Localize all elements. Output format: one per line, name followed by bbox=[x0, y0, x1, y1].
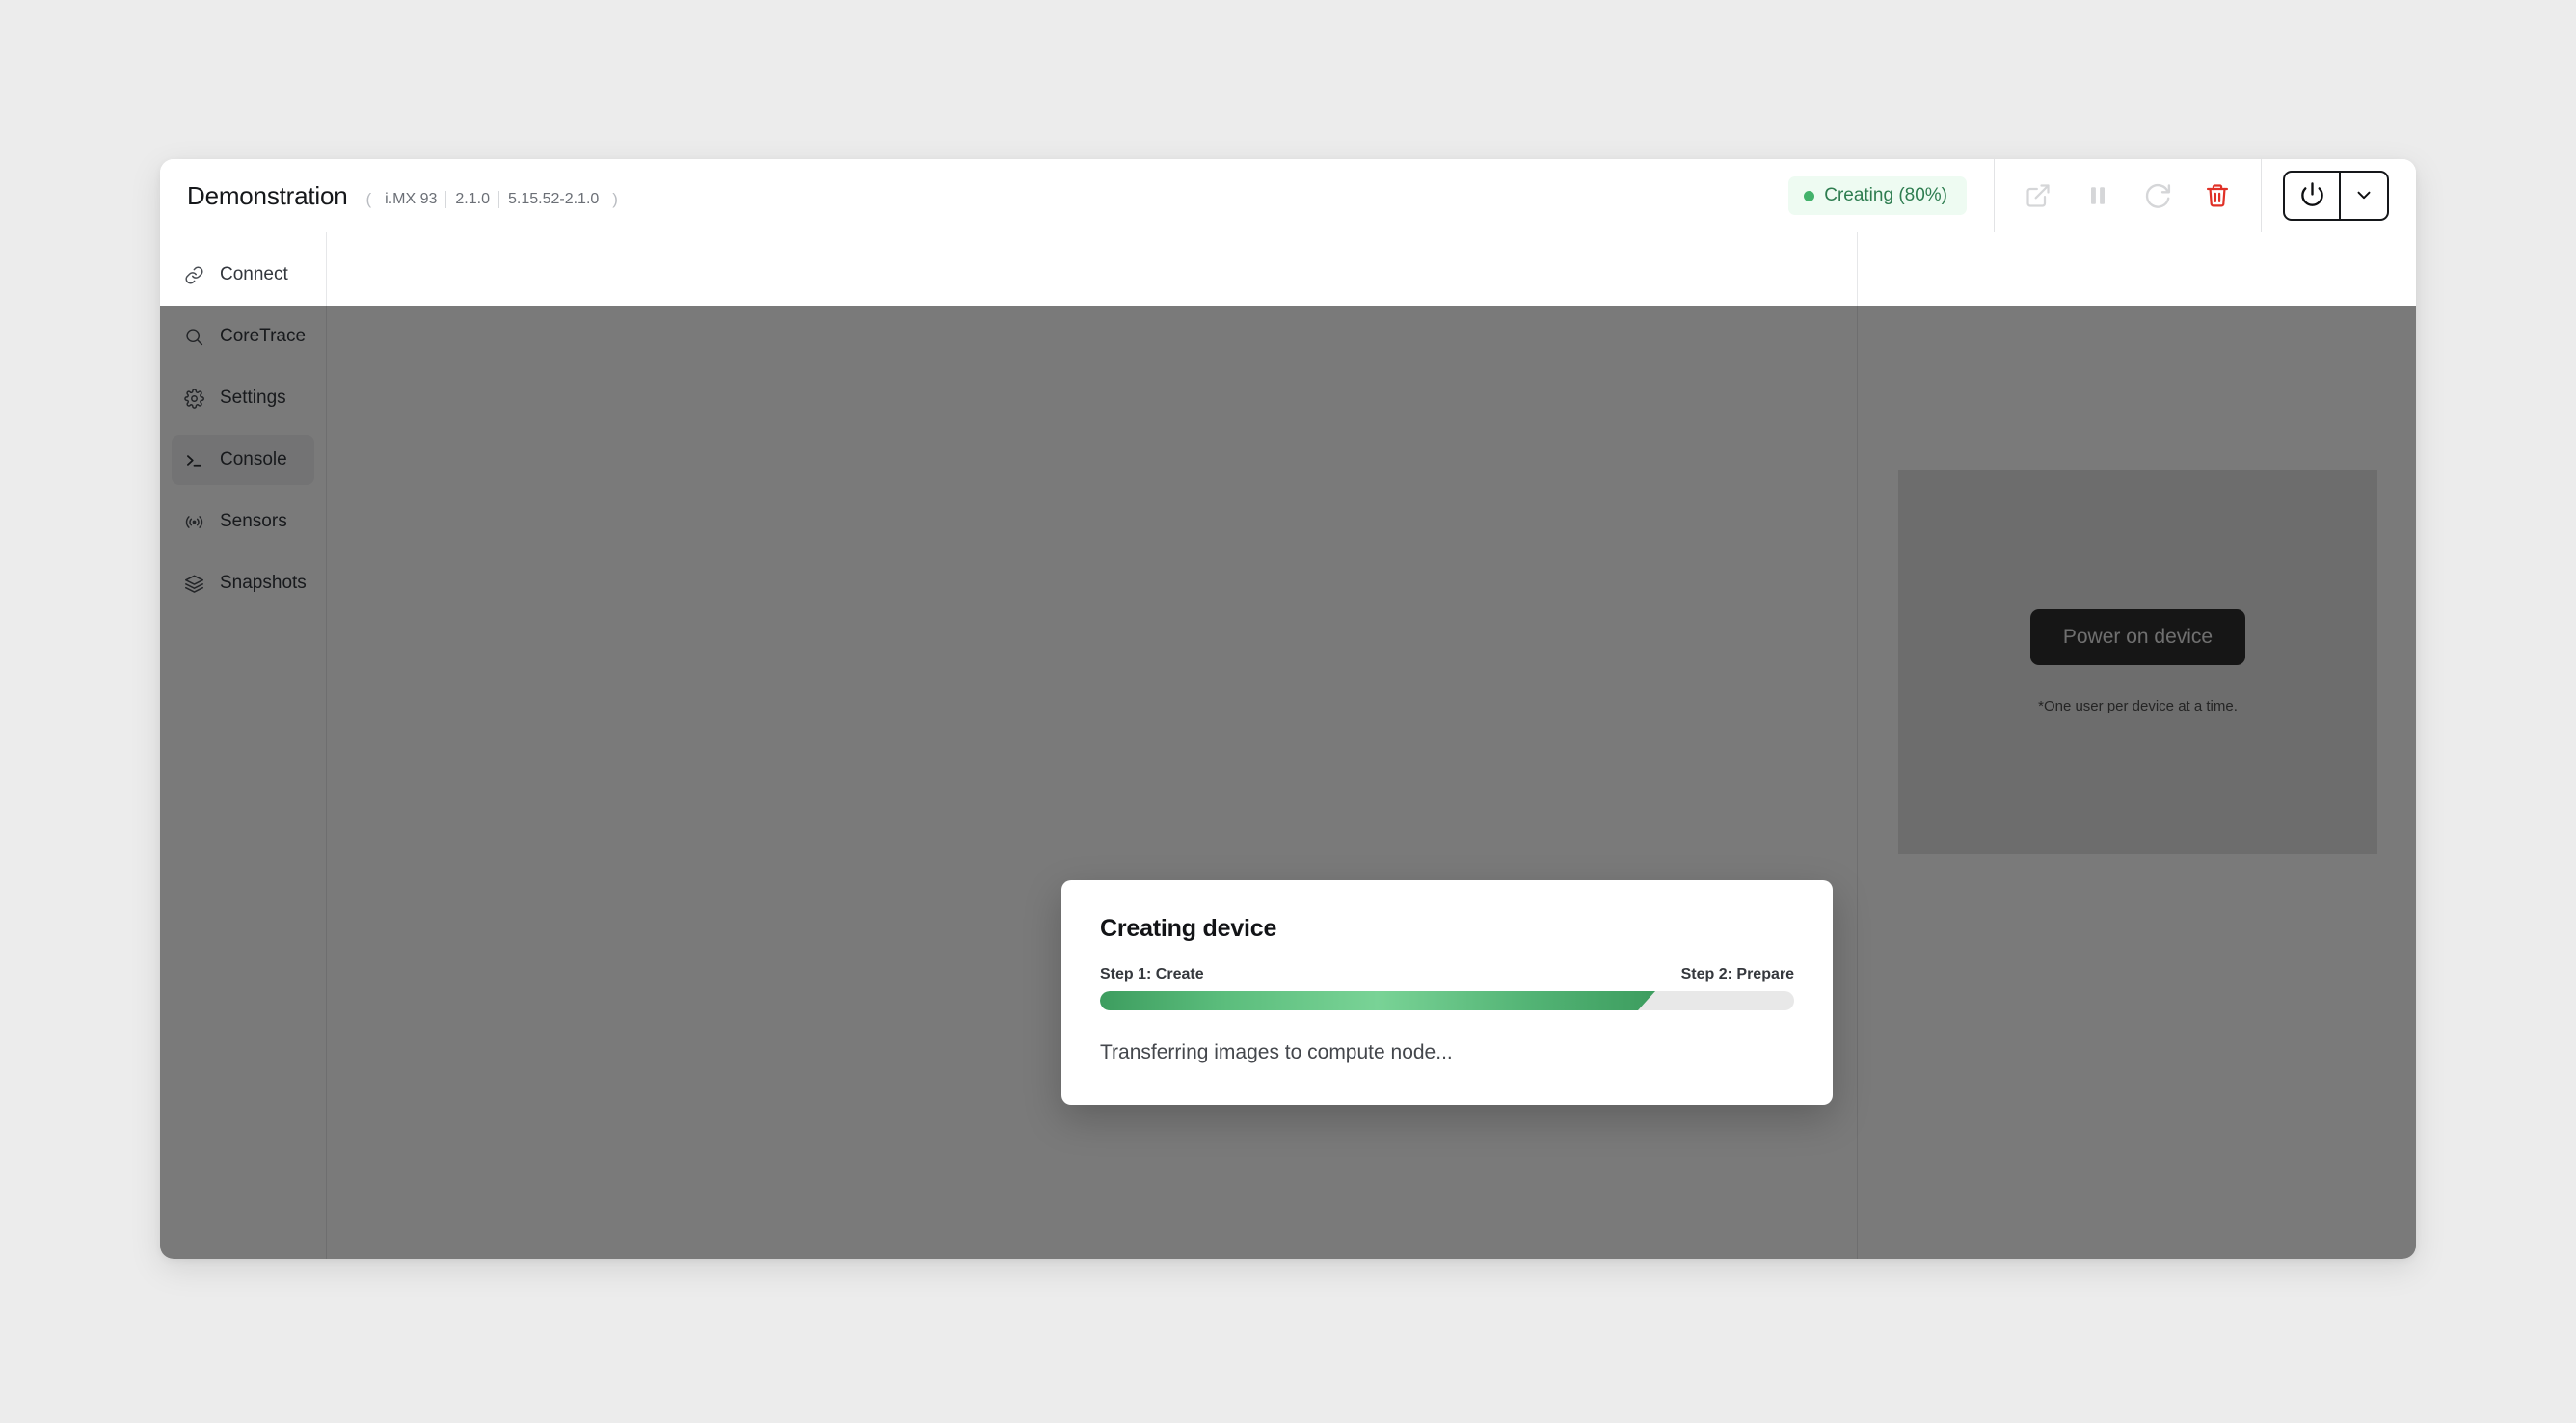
power-icon bbox=[2299, 181, 2325, 210]
meta-paren-open: ( bbox=[365, 189, 372, 208]
status-badge-label: Creating (80%) bbox=[1824, 185, 1947, 205]
meta-version: 2.1.0 bbox=[455, 190, 490, 207]
status-badge: Creating (80%) bbox=[1788, 176, 1967, 215]
power-dropdown-button[interactable] bbox=[2341, 173, 2387, 219]
power-split-button bbox=[2283, 171, 2389, 221]
status-dot-icon bbox=[1804, 190, 1815, 201]
progress-step-labels: Step 1: Create Step 2: Prepare bbox=[1100, 966, 1794, 983]
creating-device-dialog: Creating device Step 1: Create Step 2: P… bbox=[1061, 880, 1833, 1105]
step-label-right: Step 2: Prepare bbox=[1680, 966, 1794, 982]
meta-board: i.MX 93 bbox=[385, 190, 438, 207]
progress-bar-fill bbox=[1100, 991, 1655, 1010]
progress-status-text: Transferring images to compute node... bbox=[1100, 1041, 1453, 1063]
dialog-title: Creating device bbox=[1100, 915, 1277, 942]
modal-overlay bbox=[160, 306, 2416, 1259]
meta-kernel: 5.15.52-2.1.0 bbox=[508, 190, 600, 207]
open-external-button[interactable] bbox=[2008, 166, 2068, 226]
app-window: Demonstration ( i.MX 93 2.1.0 5.15.52-2.… bbox=[160, 159, 2416, 1259]
open-external-icon bbox=[2025, 182, 2052, 209]
header-right: Creating (80%) bbox=[1788, 159, 2416, 232]
chevron-down-icon bbox=[2353, 184, 2375, 208]
icon-toolbar bbox=[1995, 166, 2261, 226]
pause-button[interactable] bbox=[2068, 166, 2128, 226]
delete-button[interactable] bbox=[2187, 166, 2247, 226]
pause-icon bbox=[2084, 182, 2111, 209]
delete-icon bbox=[2204, 182, 2231, 209]
sidebar-item-label: Connect bbox=[220, 264, 288, 284]
page-title: Demonstration bbox=[187, 180, 348, 210]
power-button[interactable] bbox=[2285, 173, 2339, 219]
link-icon bbox=[183, 264, 204, 285]
title-group: Demonstration ( i.MX 93 2.1.0 5.15.52-2.… bbox=[187, 181, 623, 211]
power-group bbox=[2262, 171, 2416, 221]
refresh-button[interactable] bbox=[2128, 166, 2187, 226]
step-label-left: Step 1: Create bbox=[1100, 966, 1204, 982]
sidebar-item-connect[interactable]: Connect bbox=[172, 250, 314, 300]
window-header: Demonstration ( i.MX 93 2.1.0 5.15.52-2.… bbox=[160, 159, 2416, 232]
progress-bar-track bbox=[1100, 991, 1794, 1010]
device-meta: ( i.MX 93 2.1.0 5.15.52-2.1.0 ) bbox=[361, 190, 622, 209]
window-body: Connect CoreTrace Sett bbox=[160, 232, 2416, 1259]
meta-paren-close: ) bbox=[612, 189, 618, 208]
refresh-icon bbox=[2143, 181, 2172, 210]
